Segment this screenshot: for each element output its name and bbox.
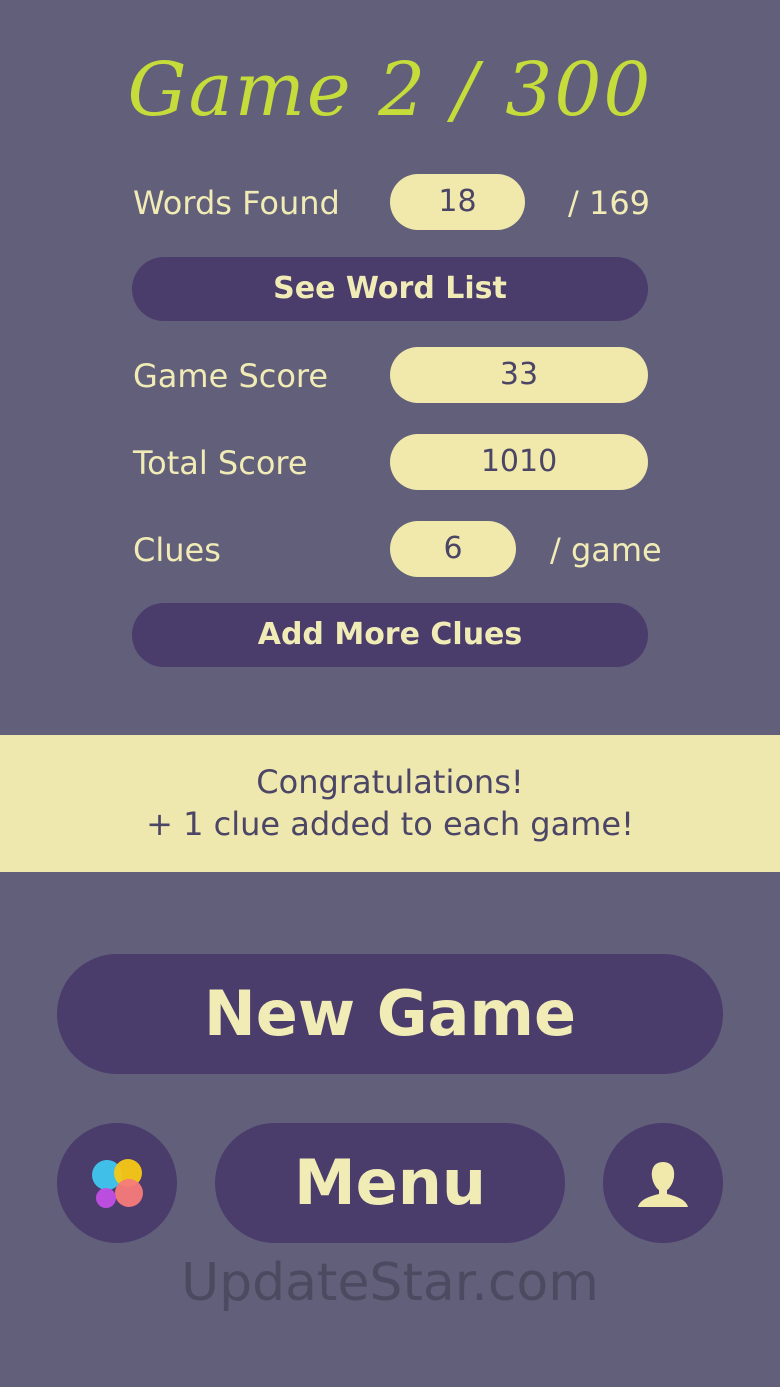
banner-line-1: Congratulations! <box>256 763 524 801</box>
clues-label: Clues <box>133 531 221 569</box>
profile-button[interactable] <box>603 1123 723 1243</box>
words-found-total: / 169 <box>568 184 651 222</box>
menu-button[interactable]: Menu <box>215 1123 565 1243</box>
add-more-clues-button[interactable]: Add More Clues <box>132 603 648 667</box>
see-word-list-button[interactable]: See Word List <box>132 257 648 321</box>
watermark: UpdateStar.com <box>181 1253 599 1313</box>
banner-line-2: + 1 clue added to each game! <box>146 805 634 843</box>
clues-value: 6 <box>390 521 516 577</box>
words-found-value: 18 <box>390 174 525 230</box>
game-score-label: Game Score <box>133 357 329 395</box>
game-score-value: 33 <box>390 347 648 403</box>
congratulations-banner: Congratulations! + 1 clue added to each … <box>0 735 780 872</box>
clues-per-game: / game <box>550 531 662 569</box>
words-found-label: Words Found <box>133 184 340 222</box>
total-score-value: 1010 <box>390 434 648 490</box>
new-game-button[interactable]: New Game <box>57 954 723 1074</box>
game-center-icon <box>92 1159 143 1208</box>
total-score-label: Total Score <box>133 444 308 482</box>
profile-icon <box>638 1162 688 1207</box>
game-title: Game 2 / 300 <box>127 47 653 133</box>
game-center-button[interactable] <box>57 1123 177 1243</box>
